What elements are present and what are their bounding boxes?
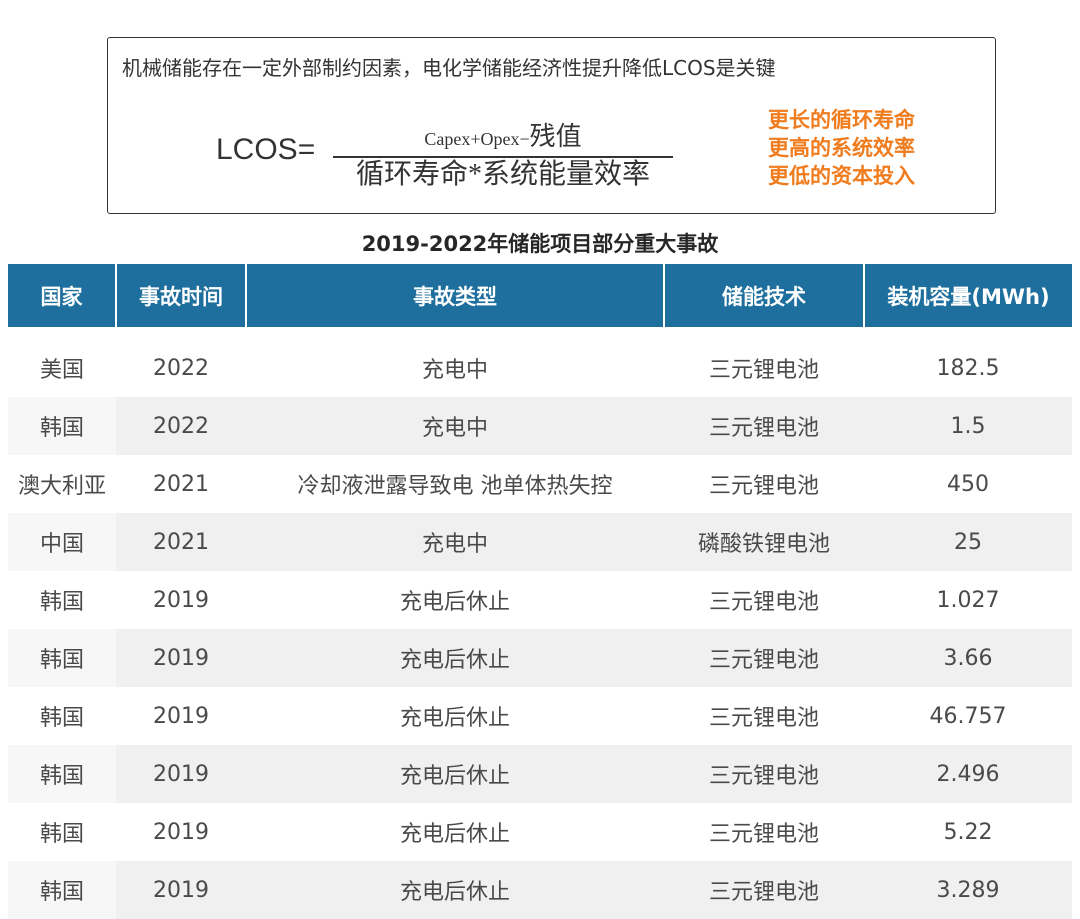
storage-tech-cell: 三元锂电池 bbox=[708, 822, 819, 847]
table-row: 中国 2021 充电中 磷酸铁锂电池 25 bbox=[8, 513, 1072, 571]
accident-type-cell: 充电后休止 bbox=[246, 745, 664, 803]
country-cell: 韩国 bbox=[39, 706, 84, 731]
lcos-fraction: Capex+Opex−残值 循环寿命*系统能量效率 bbox=[333, 118, 673, 192]
year-cell: 2019 bbox=[153, 703, 209, 729]
accident-type-cell: 充电后休止 bbox=[399, 590, 510, 615]
lcos-formula-box: 机械储能存在一定外部制约因素，电化学储能经济性提升降低LCOS是关键 LCOS=… bbox=[107, 37, 996, 214]
table-row: 澳大利亚 2021 冷却液泄露导致电 池单体热失控 三元锂电池 450 bbox=[8, 455, 1072, 513]
capacity-cell: 3.66 bbox=[864, 629, 1072, 687]
header-country: 国家 bbox=[8, 264, 117, 327]
benefit-item: 更低的资本投入 bbox=[768, 164, 915, 188]
country-cell: 韩国 bbox=[8, 861, 116, 919]
accident-type-cell: 充电中 bbox=[246, 513, 664, 571]
country-cell: 韩国 bbox=[8, 629, 116, 687]
year-cell: 2019 bbox=[153, 587, 209, 613]
storage-tech-cell: 三元锂电池 bbox=[708, 706, 819, 731]
table-title: 2019-2022年储能项目部分重大事故 bbox=[361, 232, 719, 256]
year-cell: 2019 bbox=[116, 629, 246, 687]
storage-tech-cell: 三元锂电池 bbox=[708, 358, 819, 383]
storage-tech-cell: 三元锂电池 bbox=[708, 590, 819, 615]
capacity-cell: 2.496 bbox=[864, 745, 1072, 803]
table-row: 韩国 2019 充电后休止 三元锂电池 46.757 bbox=[8, 687, 1072, 745]
table-row: 韩国 2019 充电后休止 三元锂电池 1.027 bbox=[8, 571, 1072, 629]
table-row: 韩国 2019 充电后休止 三元锂电池 3.289 bbox=[8, 861, 1072, 919]
header-capacity: 装机容量(MWh) bbox=[864, 264, 1072, 327]
accident-type-cell: 充电后休止 bbox=[246, 629, 664, 687]
storage-tech-cell: 三元锂电池 bbox=[664, 861, 864, 919]
table-body: 美国 2022 充电中 三元锂电池 182.5 韩国 2022 充电中 三元锂电池 1.5 澳大利亚… bbox=[8, 327, 1072, 919]
year-cell: 2019 bbox=[116, 861, 246, 919]
capacity-cell: 450 bbox=[947, 471, 989, 497]
year-cell: 2019 bbox=[153, 819, 209, 845]
storage-tech-cell: 三元锂电池 bbox=[664, 629, 864, 687]
table-row: 韩国 2019 充电后休止 三元锂电池 3.66 bbox=[8, 629, 1072, 687]
storage-tech-cell: 三元锂电池 bbox=[708, 474, 819, 499]
capacity-cell: 182.5 bbox=[936, 355, 1000, 381]
accident-type-cell: 冷却液泄露导致电 池单体热失控 bbox=[297, 474, 613, 499]
table-row: 韩国 2019 充电后休止 三元锂电池 5.22 bbox=[8, 803, 1072, 861]
country-cell: 韩国 bbox=[8, 397, 116, 455]
country-cell: 韩国 bbox=[8, 745, 116, 803]
year-cell: 2019 bbox=[116, 745, 246, 803]
table-row: 韩国 2019 充电后休止 三元锂电池 2.496 bbox=[8, 745, 1072, 803]
header-accident-time: 事故时间 bbox=[116, 264, 247, 327]
country-cell: 中国 bbox=[8, 513, 116, 571]
country-cell: 韩国 bbox=[39, 590, 84, 615]
capacity-cell: 25 bbox=[864, 513, 1072, 571]
accident-type-cell: 充电中 bbox=[421, 358, 488, 383]
formula-denominator: 循环寿命*系统能量效率 bbox=[355, 159, 650, 190]
formula-box-heading: 机械储能存在一定外部制约因素，电化学储能经济性提升降低LCOS是关键 bbox=[122, 56, 776, 80]
capacity-cell: 3.289 bbox=[864, 861, 1072, 919]
benefit-item: 更长的循环寿命 bbox=[768, 108, 915, 132]
storage-tech-cell: 磷酸铁锂电池 bbox=[664, 513, 864, 571]
benefit-item: 更高的系统效率 bbox=[768, 136, 915, 160]
accident-type-cell: 充电后休止 bbox=[399, 822, 510, 847]
capacity-cell: 5.22 bbox=[943, 819, 993, 845]
lcos-label: LCOS= bbox=[216, 133, 316, 166]
year-cell: 2021 bbox=[116, 513, 246, 571]
header-accident-type: 事故类型 bbox=[246, 264, 665, 327]
table-header-row: 国家 事故时间 事故类型 储能技术 装机容量(MWh) bbox=[8, 264, 1072, 327]
table-row: 美国 2022 充电中 三元锂电池 182.5 bbox=[8, 339, 1072, 397]
benefits-list: 更长的循环寿命 更高的系统效率 更低的资本投入 bbox=[768, 106, 915, 190]
accident-type-cell: 充电中 bbox=[246, 397, 664, 455]
country-cell: 韩国 bbox=[39, 822, 84, 847]
year-cell: 2021 bbox=[153, 471, 209, 497]
capacity-cell: 46.757 bbox=[929, 703, 1007, 729]
storage-tech-cell: 三元锂电池 bbox=[664, 397, 864, 455]
spacer-cell bbox=[8, 327, 1072, 339]
capacity-cell: 1.5 bbox=[864, 397, 1072, 455]
header-storage-tech: 储能技术 bbox=[664, 264, 865, 327]
year-cell: 2022 bbox=[153, 355, 209, 381]
country-cell: 美国 bbox=[39, 358, 84, 383]
accident-type-cell: 充电后休止 bbox=[246, 861, 664, 919]
table-row: 韩国 2022 充电中 三元锂电池 1.5 bbox=[8, 397, 1072, 455]
table-spacer bbox=[8, 327, 1072, 339]
numerator-residual: 残值 bbox=[529, 122, 582, 151]
storage-tech-cell: 三元锂电池 bbox=[664, 745, 864, 803]
accident-type-cell: 充电后休止 bbox=[399, 706, 510, 731]
capacity-cell: 1.027 bbox=[936, 587, 1000, 613]
accident-table: 国家 事故时间 事故类型 储能技术 装机容量(MWh) 美国 2022 充电中 三元锂… bbox=[8, 264, 1072, 919]
year-cell: 2022 bbox=[116, 397, 246, 455]
country-cell: 澳大利亚 bbox=[17, 474, 106, 499]
numerator-costs: Capex+Opex− bbox=[424, 129, 530, 149]
formula-numerator: Capex+Opex−残值 bbox=[333, 118, 673, 156]
